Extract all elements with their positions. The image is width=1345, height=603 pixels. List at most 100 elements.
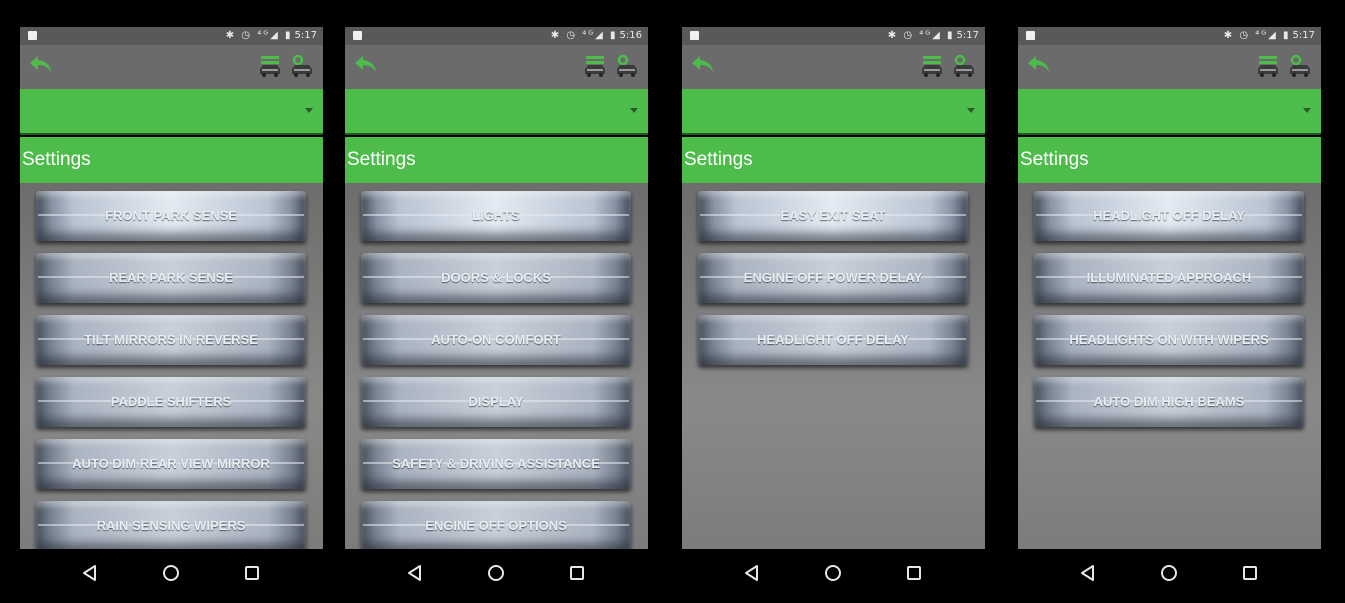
car-list-icon[interactable] [582,54,608,78]
menu-button-label: SAFETY & DRIVING ASSISTANCE [392,456,600,471]
menu-button[interactable]: RAIN SENSING WIPERS [36,501,306,549]
nav-home-icon[interactable] [486,563,506,583]
car-search-icon[interactable] [614,54,640,78]
page-title: Settings [1018,137,1321,183]
car-list-icon[interactable] [1255,54,1281,78]
phone-screen-1: ✱ ◷ ⁴ᴳ◢ ▮ 5:17 Settings FRONT PARK SENSE… [20,27,323,597]
app-toolbar [1018,45,1321,89]
menu-button[interactable]: ILLUMINATED APPROACH [1034,253,1304,303]
settings-menu: FRONT PARK SENSE REAR PARK SENSE TILT MIRR… [20,183,323,549]
menu-row: PADDLE SHIFTERS [36,377,306,429]
status-indicator-icons: ✱ ◷ ⁴ᴳ◢ ▮ [1223,30,1291,41]
menu-button[interactable]: AUTO DIM HIGH BEAMS [1034,377,1304,427]
nav-back-icon[interactable] [742,563,762,583]
menu-row: SAFETY & DRIVING ASSISTANCE [361,439,631,491]
status-time: 5:17 [956,30,979,41]
phone-screen-2: ✱ ◷ ⁴ᴳ◢ ▮ 5:16 Settings LIGHTS DOORS & L… [345,27,648,597]
nav-home-icon[interactable] [823,563,843,583]
status-icons: ✱ ◷ ⁴ᴳ◢ ▮ 5:17 [226,30,317,41]
car-search-icon[interactable] [289,54,315,78]
vehicle-dropdown[interactable] [1018,89,1321,135]
car-search-icon[interactable] [951,54,977,78]
status-bar: ✱ ◷ ⁴ᴳ◢ ▮ 5:16 [345,27,648,45]
menu-button-label: AUTO DIM REAR VIEW MIRROR [72,456,270,471]
menu-button-label: HEADLIGHT OFF DELAY [757,332,909,347]
menu-button[interactable]: DISPLAY [361,377,631,427]
nav-recent-apps-icon[interactable] [1240,563,1260,583]
settings-menu: LIGHTS DOORS & LOCKS AUTO-ON COMFORT DISPLA… [345,183,648,549]
menu-button-label: DOORS & LOCKS [441,270,551,285]
dropdown-arrow-icon [305,108,313,113]
menu-button[interactable]: ENGINE OFF OPTIONS [361,501,631,549]
screenshot-collage: ✱ ◷ ⁴ᴳ◢ ▮ 5:17 Settings FRONT PARK SENSE… [0,0,1345,603]
status-time: 5:16 [619,30,642,41]
menu-row: ENGINE OFF POWER DELAY [698,253,968,305]
menu-row: RAIN SENSING WIPERS [36,501,306,549]
dropdown-arrow-icon [1303,108,1311,113]
menu-button[interactable]: TILT MIRRORS IN REVERSE [36,315,306,365]
menu-row: AUTO DIM HIGH BEAMS [1034,377,1304,429]
android-nav-bar [682,549,985,597]
menu-row: HEADLIGHT OFF DELAY [698,315,968,367]
menu-button-label: HEADLIGHTS ON WITH WIPERS [1069,332,1269,347]
nav-recent-apps-icon[interactable] [904,563,924,583]
nav-back-icon[interactable] [1078,563,1098,583]
back-arrow-icon[interactable] [28,53,54,75]
menu-button-label: ILLUMINATED APPROACH [1086,270,1252,285]
menu-button[interactable]: REAR PARK SENSE [36,253,306,303]
vehicle-dropdown[interactable] [682,89,985,135]
menu-button[interactable]: FRONT PARK SENSE [36,191,306,241]
menu-button[interactable]: ENGINE OFF POWER DELAY [698,253,968,303]
menu-button-label: ENGINE OFF OPTIONS [425,518,567,533]
menu-row: LIGHTS [361,191,631,243]
android-nav-bar [20,549,323,597]
menu-button[interactable]: PADDLE SHIFTERS [36,377,306,427]
car-search-icon[interactable] [1287,54,1313,78]
menu-button-label: ENGINE OFF POWER DELAY [743,270,923,285]
nav-recent-apps-icon[interactable] [567,563,587,583]
settings-menu: EASY EXIT SEAT ENGINE OFF POWER DELAY HEAD… [682,183,985,549]
notification-icon [1026,31,1035,40]
nav-back-icon[interactable] [80,563,100,583]
back-arrow-icon[interactable] [1026,53,1052,75]
back-arrow-icon[interactable] [690,53,716,75]
status-icons: ✱ ◷ ⁴ᴳ◢ ▮ 5:16 [551,30,642,41]
menu-button[interactable]: AUTO-ON COMFORT [361,315,631,365]
menu-button-label: TILT MIRRORS IN REVERSE [84,332,258,347]
status-icons: ✱ ◷ ⁴ᴳ◢ ▮ 5:17 [888,30,979,41]
menu-button-label: EASY EXIT SEAT [780,208,886,223]
menu-button[interactable]: LIGHTS [361,191,631,241]
menu-button-label: RAIN SENSING WIPERS [96,518,246,533]
vehicle-dropdown[interactable] [20,89,323,135]
menu-button[interactable]: HEADLIGHT OFF DELAY [698,315,968,365]
menu-button-label: FRONT PARK SENSE [105,208,237,223]
menu-row: EASY EXIT SEAT [698,191,968,243]
nav-home-icon[interactable] [1159,563,1179,583]
menu-button[interactable]: DOORS & LOCKS [361,253,631,303]
nav-home-icon[interactable] [161,563,181,583]
menu-row: FRONT PARK SENSE [36,191,306,243]
android-nav-bar [345,549,648,597]
menu-button-label: REAR PARK SENSE [108,270,233,285]
menu-button[interactable]: HEADLIGHTS ON WITH WIPERS [1034,315,1304,365]
car-list-icon[interactable] [257,54,283,78]
menu-button[interactable]: HEADLIGHT OFF DELAY [1034,191,1304,241]
status-icons: ✱ ◷ ⁴ᴳ◢ ▮ 5:17 [1224,30,1315,41]
back-arrow-icon[interactable] [353,53,379,75]
menu-button-label: AUTO DIM HIGH BEAMS [1093,394,1245,409]
menu-button[interactable]: SAFETY & DRIVING ASSISTANCE [361,439,631,489]
menu-button[interactable]: EASY EXIT SEAT [698,191,968,241]
nav-back-icon[interactable] [405,563,425,583]
vehicle-dropdown[interactable] [345,89,648,135]
menu-row: AUTO DIM REAR VIEW MIRROR [36,439,306,491]
android-nav-bar [1018,549,1321,597]
status-bar: ✱ ◷ ⁴ᴳ◢ ▮ 5:17 [1018,27,1321,45]
status-indicator-icons: ✱ ◷ ⁴ᴳ◢ ▮ [887,30,955,41]
car-list-icon[interactable] [919,54,945,78]
menu-button[interactable]: AUTO DIM REAR VIEW MIRROR [36,439,306,489]
nav-recent-apps-icon[interactable] [242,563,262,583]
page-title: Settings [20,137,323,183]
app-toolbar [682,45,985,89]
menu-row: HEADLIGHTS ON WITH WIPERS [1034,315,1304,367]
menu-row: TILT MIRRORS IN REVERSE [36,315,306,367]
